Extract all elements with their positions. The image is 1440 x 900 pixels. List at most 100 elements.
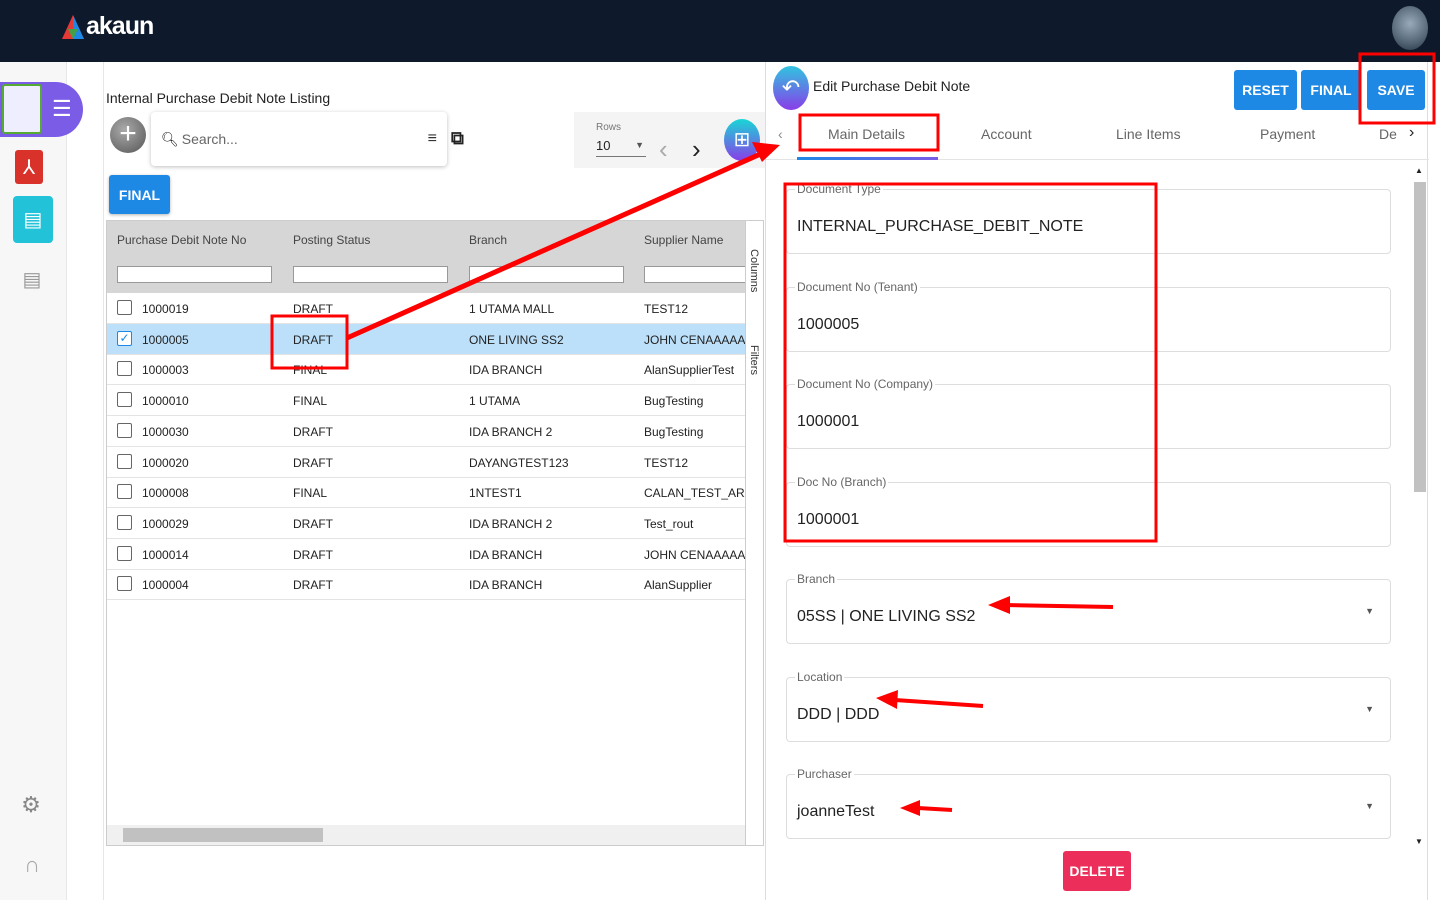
field-label: Location (795, 669, 845, 684)
row-checkbox[interactable] (117, 392, 132, 408)
sidebar-menu-toggle[interactable]: ☰ (0, 82, 83, 137)
tab-scroll-right[interactable]: › (1409, 124, 1414, 142)
table-row[interactable]: 1000014 DRAFT IDA BRANCH JOHN CENAAAAA (107, 539, 745, 570)
cell-supplier: JOHN CENAAAAA (644, 547, 746, 562)
field-value[interactable]: DDD | DDD (797, 706, 879, 724)
form-field[interactable]: Doc No (Branch) 1000001 (786, 474, 1391, 547)
copy-icon[interactable]: ⧉ (451, 128, 464, 149)
row-checkbox[interactable] (117, 514, 132, 530)
field-value[interactable]: 05SS | ONE LIVING SS2 (797, 608, 975, 626)
scroll-thumb[interactable] (123, 828, 323, 842)
cell-no: 1000020 (142, 455, 189, 470)
tab-main-details[interactable]: Main Details (828, 126, 905, 142)
row-checkbox[interactable] (117, 453, 132, 469)
filter-icon[interactable]: ≡ (428, 130, 437, 148)
tab-line-items[interactable]: Line Items (1116, 126, 1181, 142)
back-button[interactable]: ↶ (773, 66, 809, 110)
delete-button[interactable]: DELETE (1063, 851, 1131, 891)
table-row[interactable]: 1000008 FINAL 1NTEST1 CALAN_TEST_ARAP_2 (107, 477, 763, 509)
listing-panel: Internal Purchase Debit Note Listing + 🔍… (103, 62, 766, 900)
gear-icon[interactable]: ⚙ (18, 792, 44, 818)
cell-branch: DAYANGTEST123 (469, 455, 569, 470)
tab-more[interactable]: De (1379, 126, 1397, 142)
cell-no: 1000003 (142, 363, 189, 378)
field-label: Doc No (Branch) (795, 474, 889, 489)
row-checkbox[interactable] (117, 300, 132, 315)
brand-logo[interactable]: akaun (62, 12, 154, 41)
pdf-app-icon[interactable]: ⅄ (15, 150, 43, 184)
cell-status: DRAFT (293, 455, 333, 470)
scroll-thumb[interactable] (1414, 182, 1426, 492)
table-row[interactable]: 1000010 FINAL 1 UTAMA BugTesting (107, 385, 745, 417)
horizontal-scrollbar[interactable] (107, 825, 745, 845)
table-row[interactable]: ✓ 1000005 DRAFT ONE LIVING SS2 JOHN CENA… (107, 323, 745, 355)
table-row[interactable]: 1000030 DRAFT IDA BRANCH 2 BugTesting (107, 416, 745, 447)
tab-scroll-left[interactable]: ‹ (778, 126, 783, 142)
table-row[interactable]: 1000020 DRAFT DAYANGTEST123 TEST12 (107, 447, 745, 478)
rows-select[interactable]: 10 ▼ (596, 138, 646, 157)
headset-icon[interactable]: ∩ (18, 852, 46, 878)
columns-tab[interactable]: Columns (748, 249, 760, 292)
row-checkbox[interactable] (117, 484, 132, 500)
table-row[interactable]: 1000019 DRAFT 1 UTAMA MALL TEST12 (107, 293, 745, 324)
search-box[interactable]: 🔍︎ Search... ≡ (151, 112, 447, 166)
row-checkbox[interactable]: ✓ (117, 330, 132, 346)
field-value[interactable]: 1000001 (797, 511, 859, 529)
cell-supplier: BugTesting (644, 394, 704, 409)
column-header[interactable]: Posting Status (293, 233, 370, 247)
field-value[interactable]: joanneTest (797, 803, 874, 821)
column-filter-input[interactable] (469, 266, 624, 283)
cell-supplier: AlanSupplierTest (644, 363, 735, 378)
form-field[interactable]: Document Type INTERNAL_PURCHASE_DEBIT_NO… (786, 182, 1391, 254)
reset-button[interactable]: RESET (1234, 70, 1297, 110)
cell-supplier: TEST12 (644, 455, 689, 470)
cell-status: DRAFT (293, 424, 333, 439)
field-value[interactable]: 1000001 (797, 413, 859, 431)
column-header[interactable]: Branch (469, 233, 507, 247)
form-field[interactable]: Branch 05SS | ONE LIVING SS2 ▼ (786, 572, 1391, 644)
row-checkbox[interactable] (117, 422, 132, 438)
form-field[interactable]: Location DDD | DDD ▼ (786, 669, 1391, 742)
column-header[interactable]: Purchase Debit Note No (117, 233, 246, 247)
menu-collapse-icon: ☰ (52, 96, 72, 121)
column-filter-input[interactable] (293, 266, 448, 283)
list-icon[interactable]: ▤ (20, 266, 44, 292)
document-list-icon[interactable]: ▤ (13, 196, 53, 243)
prev-page-button[interactable]: ‹ (659, 134, 668, 165)
row-checkbox[interactable] (117, 576, 132, 592)
form-field[interactable]: Document No (Tenant) 1000005 (786, 279, 1391, 352)
column-filter-input[interactable] (644, 266, 754, 283)
tab-payment[interactable]: Payment (1260, 126, 1315, 142)
cell-no: 1000008 (142, 486, 189, 501)
cell-status: DRAFT (293, 332, 333, 347)
next-page-button[interactable]: › (692, 134, 701, 165)
table-row[interactable]: 1000029 DRAFT IDA BRANCH 2 Test_rout (107, 508, 745, 539)
final-button[interactable]: FINAL (1301, 70, 1361, 110)
field-value[interactable]: INTERNAL_PURCHASE_DEBIT_NOTE (797, 218, 1083, 236)
column-header[interactable]: Supplier Name (644, 233, 723, 247)
vertical-scrollbar[interactable]: ▲ ▼ (1411, 166, 1427, 846)
dropdown-icon[interactable]: ▼ (1365, 704, 1374, 714)
dropdown-icon[interactable]: ▼ (1365, 801, 1374, 811)
tab-account[interactable]: Account (981, 126, 1032, 142)
cell-branch: IDA BRANCH 2 (469, 516, 553, 531)
table-row[interactable]: 1000003 FINAL IDA BRANCH AlanSupplierTes… (107, 354, 745, 386)
brand-name: akaun (86, 12, 154, 40)
add-button[interactable]: + (110, 117, 146, 153)
cell-branch: 1NTEST1 (469, 486, 522, 501)
filters-tab[interactable]: Filters (748, 345, 760, 375)
row-checkbox[interactable] (117, 545, 132, 561)
final-button[interactable]: FINAL (109, 175, 170, 214)
column-filter-input[interactable] (117, 266, 272, 283)
cell-status: DRAFT (293, 516, 333, 531)
dropdown-icon[interactable]: ▼ (1365, 606, 1374, 616)
save-button[interactable]: SAVE (1367, 70, 1425, 110)
user-avatar[interactable] (1392, 6, 1428, 50)
row-checkbox[interactable] (117, 361, 132, 377)
field-value[interactable]: 1000005 (797, 316, 859, 334)
form-field[interactable]: Document No (Company) 1000001 (786, 377, 1391, 449)
grid-view-button[interactable]: ⊞ (724, 119, 760, 161)
search-input[interactable]: Search... (182, 131, 238, 147)
form-field[interactable]: Purchaser joanneTest ▼ (786, 767, 1391, 839)
table-row[interactable]: 1000004 DRAFT IDA BRANCH AlanSupplier (107, 569, 745, 601)
